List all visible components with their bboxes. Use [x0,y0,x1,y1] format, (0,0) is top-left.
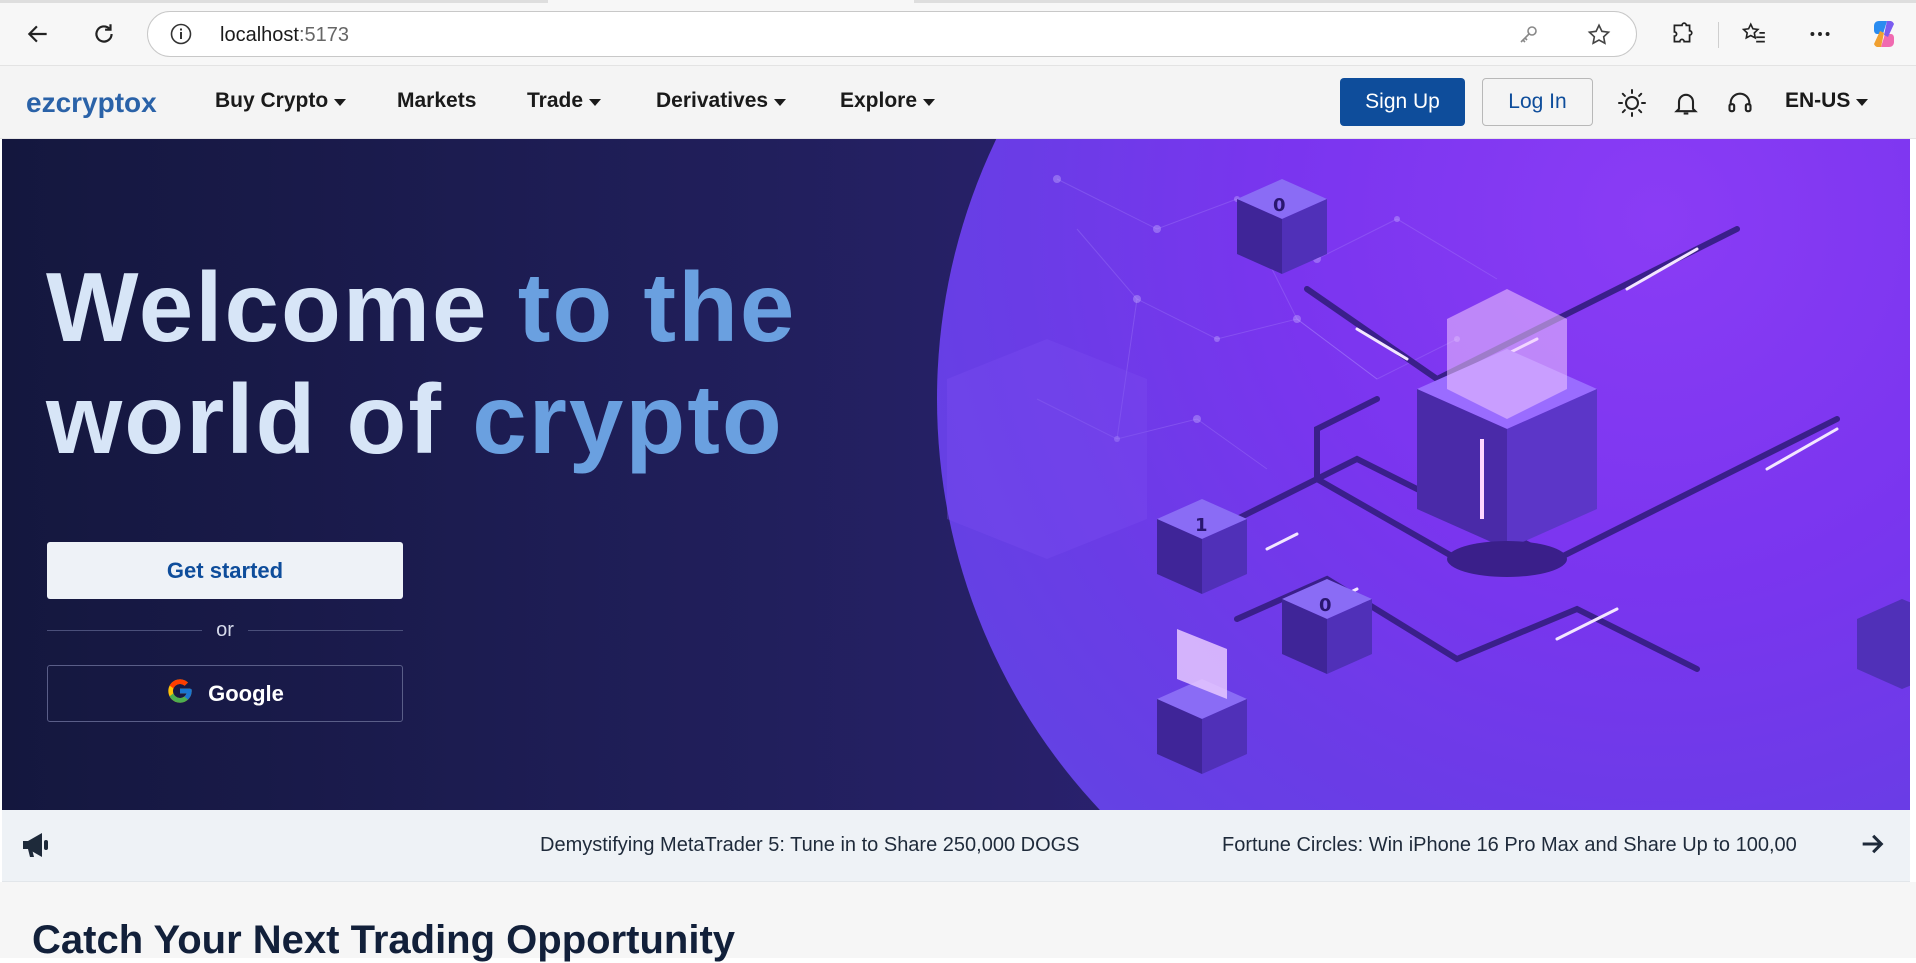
language-selector[interactable]: EN-US [1785,89,1869,113]
headline-line-1: Welcome to the [46,251,796,363]
theme-sun-icon[interactable] [1616,87,1648,119]
nav-trade-label: Trade [527,89,584,112]
browser-toolbar: localhost:5173 [0,0,1916,66]
toolbar-separator [1718,22,1719,48]
megaphone-icon [20,829,52,866]
nav-derivatives[interactable]: Derivatives [656,89,787,113]
headline-line-2: world of crypto [46,363,796,475]
hero-banner: 0 1 0 Welcome to the world of crypto Get… [2,139,1910,810]
url-port: :5173 [298,24,349,46]
google-icon [166,677,194,711]
site-info-icon[interactable] [170,23,192,45]
tab-strip-edge [0,0,1916,3]
ticker-items: Demystifying MetaTrader 5: Tune in to Sh… [62,810,1842,881]
url-host: localhost [220,24,299,46]
headline-text-to-the: to the [517,252,797,362]
language-label: EN-US [1785,89,1851,112]
sign-up-button[interactable]: Sign Up [1340,78,1465,126]
reload-icon[interactable] [86,16,122,52]
hero-headline: Welcome to the world of crypto [46,251,796,475]
nav-buy-crypto[interactable]: Buy Crypto [215,89,347,113]
support-headset-icon[interactable] [1724,87,1756,119]
headline-text-crypto: crypto [472,364,784,474]
arrow-right-icon[interactable] [1858,830,1886,863]
ticker-item[interactable]: Demystifying MetaTrader 5: Tune in to Sh… [540,834,1080,857]
nav-explore-label: Explore [840,89,918,112]
caret-down-icon [334,98,347,106]
svg-text:0: 0 [1319,595,1332,616]
blockchain-illustration: 0 1 0 [947,175,1910,774]
nav-markets-label: Markets [397,89,477,112]
caret-down-icon [589,98,602,106]
log-in-button[interactable]: Log In [1482,78,1593,126]
caret-down-icon [774,98,787,106]
site-logo[interactable]: ezcryptox [26,87,157,119]
caret-down-icon [923,98,936,106]
password-key-icon[interactable] [1516,23,1540,52]
or-divider: or [47,618,404,641]
divider-line [47,629,203,631]
section-title: Catch Your Next Trading Opportunity [32,918,736,962]
google-signin-button[interactable]: Google [47,665,403,722]
nav-explore[interactable]: Explore [840,89,936,113]
back-icon[interactable] [20,16,56,52]
copilot-icon[interactable] [1866,16,1902,52]
caret-down-icon [1856,98,1869,106]
favorites-icon[interactable] [1736,16,1772,52]
favorite-star-icon[interactable] [1586,22,1612,53]
address-bar[interactable]: localhost:5173 [147,11,1637,57]
ticker-item[interactable]: Fortune Circles: Win iPhone 16 Pro Max a… [1222,834,1797,857]
svg-text:1: 1 [1195,515,1208,536]
more-menu-icon[interactable] [1802,16,1838,52]
or-label: or [216,618,234,641]
extensions-icon[interactable] [1664,16,1700,52]
headline-text-world-of: world of [46,364,473,474]
headline-text-welcome: Welcome [46,252,518,362]
notification-bell-icon[interactable] [1670,87,1702,119]
nav-trade[interactable]: Trade [527,89,602,113]
address-text[interactable]: localhost:5173 [220,24,349,47]
nav-markets[interactable]: Markets [397,89,476,113]
google-label: Google [208,680,284,706]
svg-text:0: 0 [1273,195,1286,216]
get-started-button[interactable]: Get started [47,542,403,599]
divider-line [247,629,404,631]
announcement-ticker: Demystifying MetaTrader 5: Tune in to Sh… [2,810,1910,882]
site-header: ezcryptox Buy Crypto Markets Trade Deriv… [0,66,1916,139]
nav-derivatives-label: Derivatives [656,89,769,112]
nav-buy-crypto-label: Buy Crypto [215,89,329,112]
